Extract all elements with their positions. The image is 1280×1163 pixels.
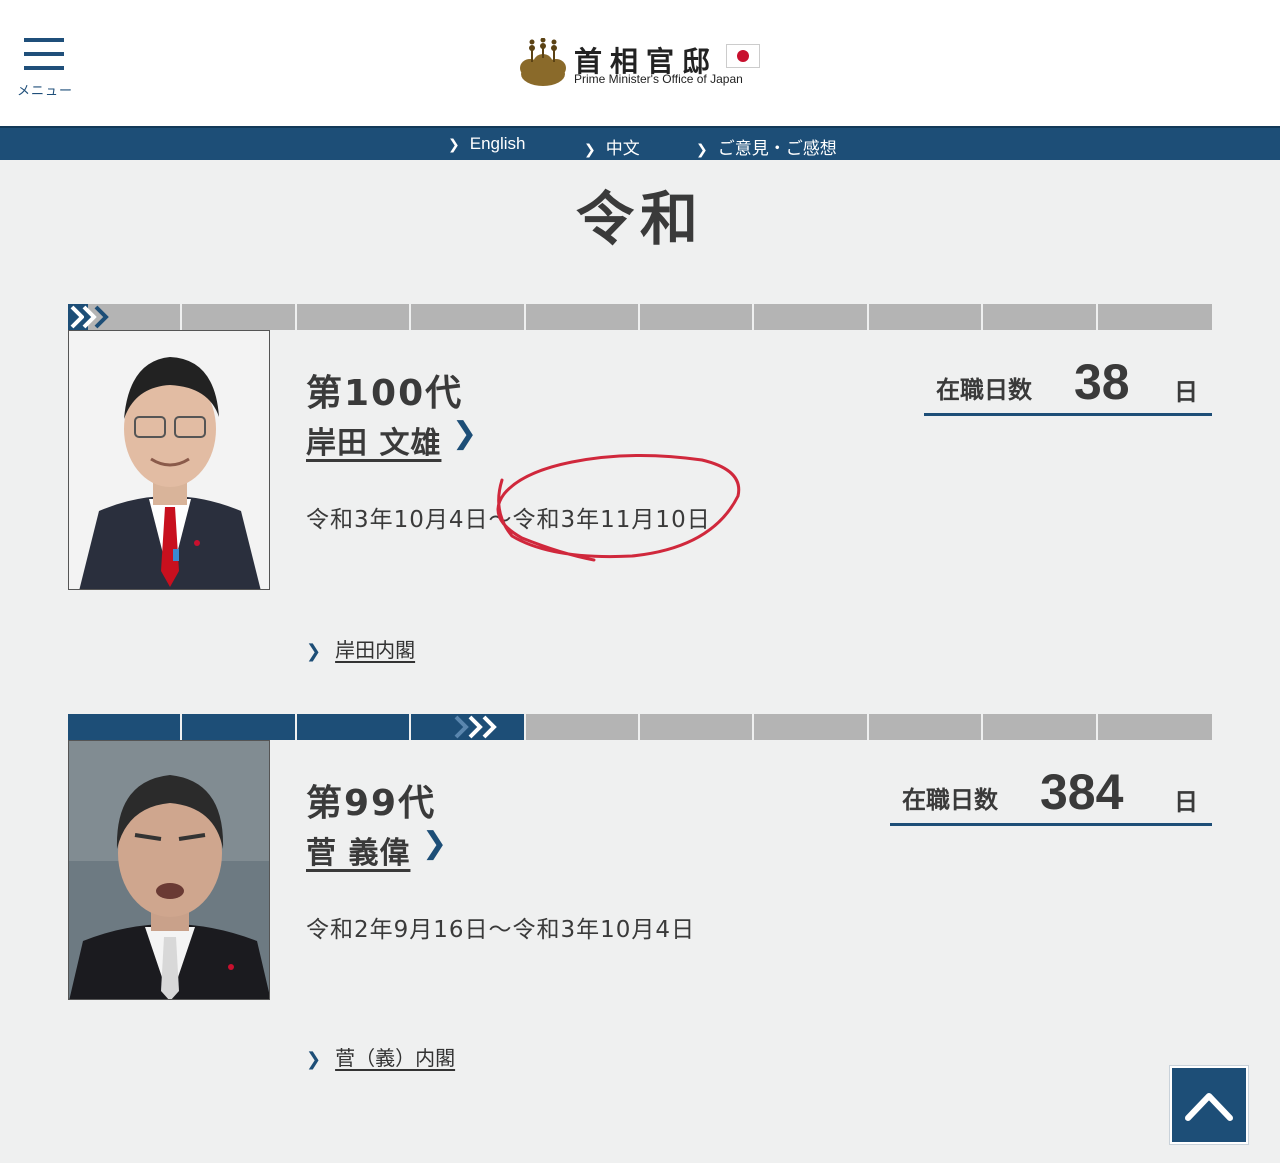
chevron-right-icon: ❯ — [696, 142, 708, 158]
menu-button[interactable]: メニュー — [14, 38, 76, 100]
days-in-office: 在職日数 38 日 — [924, 354, 1212, 416]
lang-link-label: ご意見・ご感想 — [717, 139, 837, 158]
chevron-right-icon: ❯ — [448, 137, 460, 153]
pm-term: 令和2年9月16日～令和3年10月4日 — [306, 917, 696, 943]
menu-label: メニュー — [16, 84, 73, 99]
days-label: 在職日数 — [902, 786, 998, 814]
days-unit: 日 — [1174, 378, 1198, 406]
chevron-right-icon: ❯ — [306, 641, 322, 662]
chevron-right-icon: ❯ — [584, 142, 596, 158]
pm-generation: 第99代 — [306, 783, 437, 824]
cabinet-link[interactable]: ❯ 岸田内閣 — [306, 634, 415, 663]
chevron-right-icon: ❯ — [306, 1049, 322, 1070]
days-in-office: 在職日数 384 日 — [890, 764, 1212, 826]
back-to-top-button[interactable] — [1170, 1066, 1248, 1144]
chevron-up-icon — [1185, 1093, 1233, 1121]
double-chevron-icon — [68, 304, 109, 330]
pm-generation: 第100代 — [306, 373, 464, 414]
site-header: メニュー 首相官邸 Prime Minister's Office of Jap… — [0, 0, 1280, 126]
era-title: 令和 — [575, 185, 704, 253]
days-label: 在職日数 — [936, 376, 1032, 404]
pm-name-link[interactable]: 菅 義偉 — [306, 828, 410, 872]
japan-flag-icon — [726, 44, 760, 68]
days-value: 38 — [1074, 354, 1130, 410]
lang-link-english[interactable]: ❯ English — [448, 134, 526, 154]
pm-portrait — [68, 330, 270, 590]
chevron-right-icon[interactable]: ❯ — [422, 826, 447, 861]
lang-link-label: 中文 — [605, 139, 640, 158]
tenure-progress-bar — [68, 714, 1212, 740]
language-bar: ❯ English ❯ 中文 ❯ ご意見・ご感想 — [0, 126, 1280, 160]
pm-entry: 第99代 菅 義偉 ❯ 令和2年9月16日～令和3年10月4日 在職日数 384… — [68, 714, 1212, 1084]
days-value: 384 — [1040, 764, 1124, 820]
double-chevron-icon — [452, 714, 524, 740]
chevron-right-icon[interactable]: ❯ — [452, 416, 477, 451]
pm-name-link[interactable]: 岸田 文雄 — [306, 418, 441, 462]
hamburger-icon — [24, 38, 66, 80]
cabinet-link[interactable]: ❯ 菅（義）内閣 — [306, 1042, 455, 1071]
days-unit: 日 — [1174, 788, 1198, 816]
pm-entry: 第100代 岸田 文雄 ❯ 令和3年10月4日～令和3年11月10日 在職日数 … — [68, 304, 1212, 674]
lang-link-label: English — [469, 134, 526, 153]
site-logo[interactable]: 首相官邸 Prime Minister's Office of Japan — [518, 38, 778, 90]
paulownia-emblem-icon — [520, 38, 566, 86]
pm-portrait — [68, 740, 270, 1000]
cabinet-link-label: 菅（義）内閣 — [335, 1046, 456, 1070]
cabinet-link-label: 岸田内閣 — [335, 638, 416, 662]
lang-link-feedback[interactable]: ❯ ご意見・ご感想 — [696, 134, 837, 159]
lang-link-chinese[interactable]: ❯ 中文 — [584, 134, 640, 159]
site-title-en: Prime Minister's Office of Japan — [574, 72, 743, 86]
tenure-progress-bar — [68, 304, 1212, 330]
pm-term: 令和3年10月4日～令和3年11月10日 — [306, 507, 711, 533]
